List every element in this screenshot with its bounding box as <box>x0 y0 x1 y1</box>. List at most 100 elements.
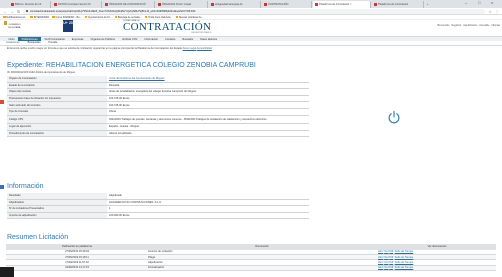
info-row: Adjudicatario HOGAREFLUVIO CONTRUCCIONES,… <box>7 199 309 207</box>
bookmark-item[interactable]: Ayuntamiento de M... <box>84 15 112 19</box>
sello-link[interactable]: Sello de Tiempo <box>395 261 414 264</box>
bookmark-item[interactable]: Bandeja de entrada... <box>114 15 142 19</box>
bookmark-item[interactable]: INTEGRIDAD <box>30 16 49 19</box>
browser-tab[interactable]: CONTRATACIÓN <box>262 1 312 8</box>
browser-tab[interactable]: antiguedad-sinergias-bc <box>209 1 261 8</box>
row-document: Formalización <box>146 265 376 271</box>
pr-logo[interactable]: U+ 23 <box>63 20 73 32</box>
html-link[interactable]: Html <box>378 256 383 259</box>
bookmark-item[interactable]: Curso INGRESO - Bu... <box>52 16 82 19</box>
html-link[interactable]: Html <box>378 250 383 253</box>
xml-link[interactable]: Xml <box>384 266 388 269</box>
browser-tab-active[interactable]: Plataforma de Contratació × <box>313 1 371 8</box>
section-heading-resumen: Resumen Licitación <box>7 234 69 241</box>
accessibility-link[interactable]: Accesibilidad <box>197 47 212 50</box>
subnav-busquedas[interactable]: Búsquedas <box>28 41 41 44</box>
info-label: Importe de adjudicación <box>7 212 107 219</box>
bookmark-label: Curso INGRESO - Bu... <box>55 15 82 19</box>
maximize-icon[interactable]: □ <box>478 0 480 6</box>
bookmark-label: Ayuntamiento de M... <box>88 15 112 19</box>
gov-label-2: DE ESPAÑA <box>8 26 21 29</box>
reload-icon[interactable]: ↻ <box>17 9 20 14</box>
tab-favicon-icon <box>315 3 318 6</box>
bookmark-icon <box>175 15 179 19</box>
extensions-icon[interactable]: ⋮ <box>495 9 499 14</box>
side-app-icon[interactable] <box>0 100 4 104</box>
notice-text: El Anuncio recibe mucho mayor en fórmula… <box>7 47 212 50</box>
url-field[interactable]: contrataciondelestado.es/wps/portal/!ut/… <box>23 8 486 14</box>
tab-label: BDCon: Servicio de Inf <box>15 3 42 6</box>
html-link[interactable]: Html <box>378 266 383 269</box>
detail-label: Objeto del contrato <box>7 89 107 95</box>
browser-tab[interactable]: ÓRGANOS DE CONTRATACIÓ <box>103 1 155 8</box>
tab-label: CONTRATACIÓN <box>268 3 289 6</box>
detail-label: Lugar de Ejecución <box>7 124 107 130</box>
detail-value: 103.725,00 Euros <box>109 97 130 101</box>
bookmark-item[interactable]: Nuevas prácticas de... <box>175 15 204 19</box>
new-tab-button[interactable]: + <box>425 1 430 8</box>
browser-tab[interactable]: Plataforma de Contratació <box>372 1 424 8</box>
pdf-link[interactable]: Pdf <box>389 250 393 253</box>
sello-link[interactable]: Sello de Tiempo <box>395 266 414 269</box>
forward-icon[interactable]: → <box>10 9 14 14</box>
tab-favicon-icon <box>264 3 267 6</box>
bookmark-item[interactable]: Notificaciones ter... <box>3 16 27 19</box>
info-row: Importe de adjudicación 100.000,00 Euros <box>7 212 309 220</box>
browser-tab[interactable]: DATOS Contratos Sector Pú <box>52 1 102 8</box>
browser-tab-bar: BDCon: Servicio de Inf DATOS Contratos S… <box>0 0 502 8</box>
bookmark-icon <box>30 15 33 19</box>
detail-value: 103.725,00 Euros <box>109 103 130 107</box>
close-icon[interactable]: × <box>350 3 352 6</box>
address-bar: ← → ↻ contrataciondelestado.es/wps/porta… <box>0 8 502 15</box>
section-heading-informacion: Información <box>7 183 44 190</box>
detail-row: Órgano de Contratación Junta del Gobierno… <box>7 76 309 83</box>
xml-link[interactable]: Xml <box>384 250 388 253</box>
power-icon[interactable] <box>387 110 401 124</box>
detail-label: Procedimiento de contratación <box>7 130 107 137</box>
coat-of-arms-icon <box>4 21 7 25</box>
detail-label: Código CPV <box>7 115 107 124</box>
bookmark-label: INTEGRIDAD <box>33 15 50 19</box>
platform-brand[interactable]: PLATAFORMA DE CONTRATACIÓN DEL SECTOR PÚ… <box>123 20 211 34</box>
pdf-link[interactable]: Pdf <box>389 256 393 259</box>
xml-link[interactable]: Xml <box>384 261 388 264</box>
notice-body: El Anuncio recibe mucho mayor en fórmula… <box>7 47 183 50</box>
browser-tab[interactable]: ÓRGANOS PLAC: Listad <box>156 1 208 8</box>
detail-row: Tipo de Contrato Obras <box>7 108 309 116</box>
sello-link[interactable]: Sello de Tiempo <box>395 250 414 253</box>
sub-nav: Licitaciones Búsquedas Preside <box>0 41 502 46</box>
gov-label: GOBIERNO <box>8 24 21 26</box>
tab-favicon-icon <box>158 3 161 6</box>
detail-row: Lugar de Ejecución España - Huelva - Mogu… <box>7 124 309 131</box>
detail-row: Código CPV 45421000-Trabajos de puertas, … <box>7 115 309 125</box>
government-logo[interactable]: GOBIERNO DE ESPAÑA <box>4 21 20 29</box>
side-app-icon[interactable] <box>0 185 4 189</box>
subnav-preside[interactable]: Preside <box>49 41 58 44</box>
bookmark-label: Notificaciones ter... <box>6 15 28 19</box>
close-window-icon[interactable]: × <box>491 0 493 6</box>
tab-label: Plataforma de Contratació <box>319 3 350 6</box>
detail-label: Presupuesto base de licitación sin impue… <box>7 95 107 102</box>
tab-label: DATOS Contratos Sector Pú <box>58 3 91 6</box>
bookmark-item[interactable]: Onda Cero Valencia... <box>144 16 173 19</box>
pdf-link[interactable]: Pdf <box>389 261 393 264</box>
bookmark-icon <box>114 15 118 19</box>
pdf-link[interactable]: Pdf <box>389 266 393 269</box>
subnav-licitaciones[interactable]: Licitaciones <box>6 41 20 44</box>
xml-link[interactable]: Xml <box>384 256 388 259</box>
back-icon[interactable]: ← <box>3 9 7 14</box>
detail-label: Estado de la Licitación <box>7 82 107 89</box>
tab-label: ÓRGANOS PLAC: Listad <box>162 3 192 6</box>
utility-links[interactable]: Bienvenido · Registrar · Identificación … <box>438 24 500 27</box>
tab-favicon-icon <box>211 3 214 6</box>
organo-link[interactable]: Junta del Gobierno del Ayuntamiento de M… <box>109 77 165 80</box>
sello-link[interactable]: Sello de Tiempo <box>395 256 414 259</box>
browser-tab[interactable]: BDCon: Servicio de Inf <box>9 1 51 8</box>
html-link[interactable]: Html <box>378 261 383 264</box>
detail-label: Órgano de Contratación <box>7 76 107 82</box>
minimize-icon[interactable]: – <box>465 0 467 6</box>
site-header: GOBIERNO DE ESPAÑA U+ 23 PLATAFORMA DE C… <box>0 20 502 36</box>
star-icon[interactable]: ☆ <box>488 9 492 14</box>
row-links: Html Xml Pdf Sello de Tiempo <box>376 265 496 271</box>
legal-link[interactable]: Aviso Legal <box>183 47 196 50</box>
